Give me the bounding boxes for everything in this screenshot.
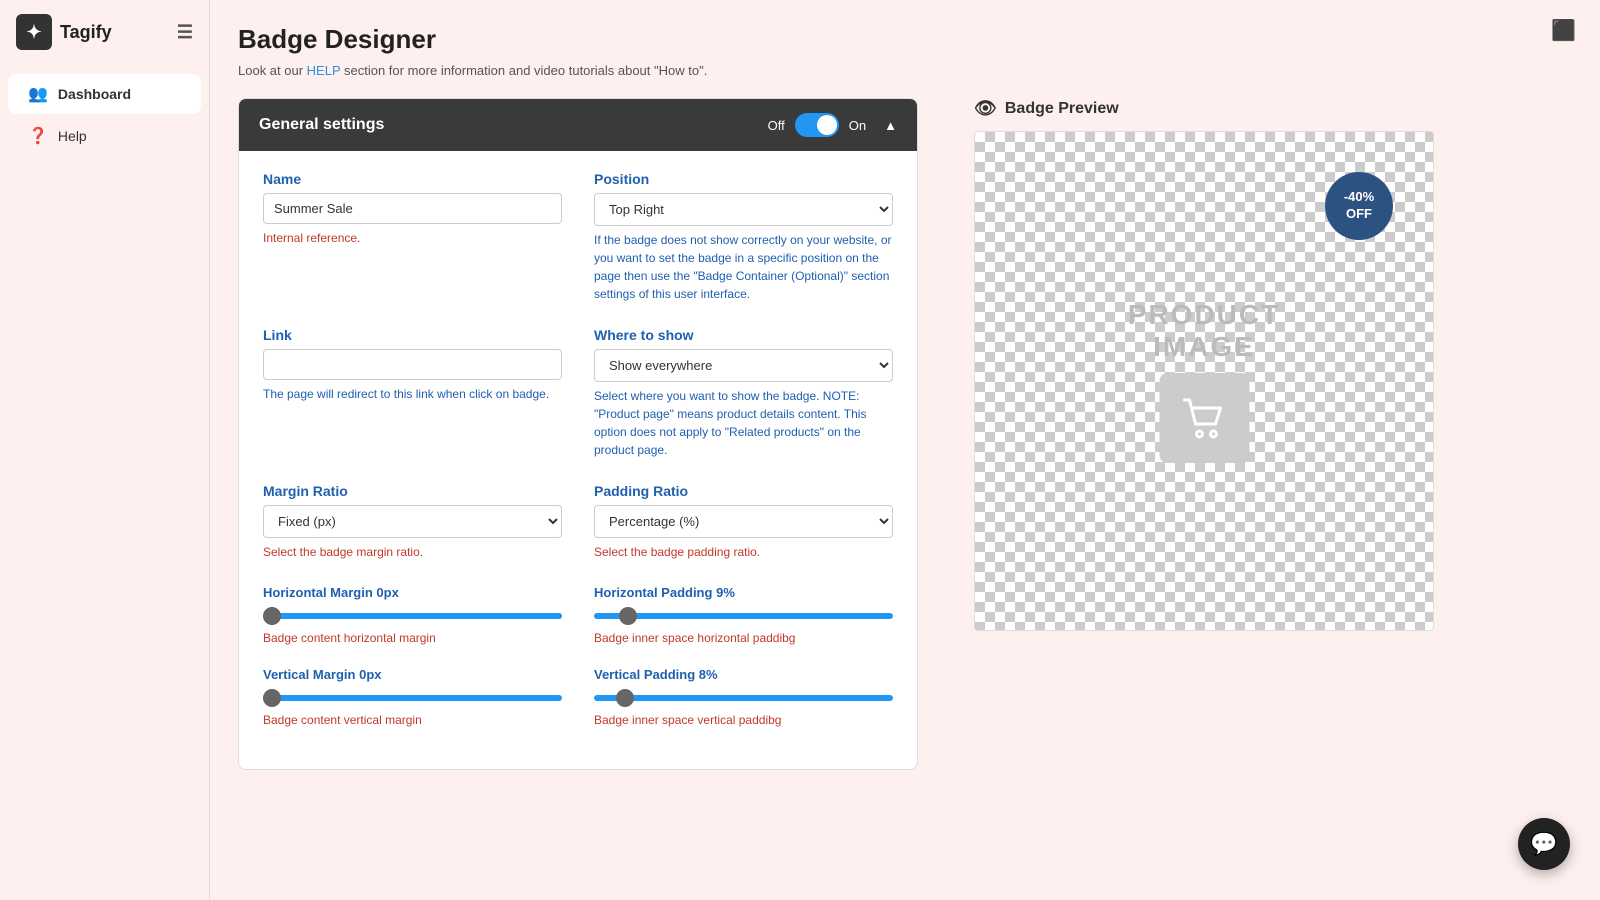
where-to-show-label: Where to show	[594, 327, 893, 343]
horizontal-margin-hint: Badge content horizontal margin	[263, 629, 562, 647]
topbar-icon[interactable]: ⬛	[1551, 18, 1576, 43]
horizontal-padding-section: Horizontal Padding 9% Badge inner space …	[594, 585, 893, 647]
sidebar-item-help[interactable]: ❓ Help	[8, 116, 201, 156]
vertical-padding-slider[interactable]	[594, 695, 893, 701]
app-name: Tagify	[60, 22, 112, 43]
preview-box: -40% OFF PRODUCT IMAGE	[974, 131, 1434, 631]
vertical-padding-value: 8%	[699, 667, 718, 682]
vertical-padding-hint: Badge inner space vertical paddibg	[594, 711, 893, 729]
cart-icon	[1159, 373, 1249, 463]
horizontal-margin-section: Horizontal Margin 0px Badge content hori…	[263, 585, 562, 647]
badge-line2: OFF	[1346, 206, 1372, 223]
app-logo: ✦ Tagify ☰	[0, 0, 209, 64]
enable-toggle[interactable]	[795, 113, 839, 137]
padding-ratio-select[interactable]: Percentage (%) Fixed (px)	[594, 505, 893, 538]
position-section: Position Top Right Top Left Bottom Right…	[594, 171, 893, 303]
horizontal-padding-value: 9%	[716, 585, 735, 600]
name-label: Name	[263, 171, 562, 187]
sidebar: ✦ Tagify ☰ 👥 Dashboard ❓ Help	[0, 0, 210, 900]
horizontal-padding-label: Horizontal Padding 9%	[594, 585, 893, 600]
horizontal-padding-slider[interactable]	[594, 613, 893, 619]
card-header: General settings Off On ▲	[239, 99, 917, 151]
sidebar-nav: 👥 Dashboard ❓ Help	[0, 64, 209, 166]
where-to-show-select[interactable]: Show everywhere Product page only Catego…	[594, 349, 893, 382]
vertical-padding-section: Vertical Padding 8% Badge inner space ve…	[594, 667, 893, 729]
preview-title: 👁 Badge Preview	[974, 98, 1474, 119]
padding-ratio-hint: Select the badge padding ratio.	[594, 543, 893, 561]
main-content: ⬛ Badge Designer Look at our HELP sectio…	[210, 0, 1600, 900]
link-input[interactable]	[263, 349, 562, 380]
sidebar-item-dashboard[interactable]: 👥 Dashboard	[8, 74, 201, 114]
logo-icon: ✦	[16, 14, 52, 50]
margin-ratio-select[interactable]: Fixed (px) Percentage (%)	[263, 505, 562, 538]
card-header-title: General settings	[259, 116, 384, 134]
product-image-placeholder: PRODUCT IMAGE	[1090, 299, 1319, 463]
link-label: Link	[263, 327, 562, 343]
horizontal-margin-slider[interactable]	[263, 613, 562, 619]
vertical-margin-value: 0px	[359, 667, 381, 682]
horizontal-padding-hint: Badge inner space horizontal paddibg	[594, 629, 893, 647]
toggle-off-label: Off	[768, 118, 785, 133]
name-input[interactable]	[263, 193, 562, 224]
toggle-on-label: On	[849, 118, 866, 133]
where-to-show-section: Where to show Show everywhere Product pa…	[594, 327, 893, 459]
dashboard-icon: 👥	[28, 84, 48, 104]
form-grid: Name Internal reference. Position Top Ri…	[263, 171, 893, 749]
help-icon: ❓	[28, 126, 48, 146]
link-hint: The page will redirect to this link when…	[263, 385, 562, 403]
name-section: Name Internal reference.	[263, 171, 562, 303]
horizontal-margin-label: Horizontal Margin 0px	[263, 585, 562, 600]
position-hint: If the badge does not show correctly on …	[594, 231, 893, 303]
preview-panel: 👁 Badge Preview -40% OFF PRODUCT IMAGE	[974, 98, 1474, 770]
margin-ratio-section: Margin Ratio Fixed (px) Percentage (%) S…	[263, 483, 562, 561]
position-label: Position	[594, 171, 893, 187]
vertical-margin-label: Vertical Margin 0px	[263, 667, 562, 682]
link-section: Link The page will redirect to this link…	[263, 327, 562, 459]
padding-ratio-label: Padding Ratio	[594, 483, 893, 499]
sidebar-item-label: Help	[58, 128, 87, 144]
page-title: Badge Designer	[238, 24, 1572, 55]
badge-line1: -40%	[1344, 189, 1374, 206]
hamburger-icon[interactable]: ☰	[177, 22, 193, 43]
collapse-icon[interactable]: ▲	[884, 118, 897, 133]
help-link[interactable]: HELP	[307, 63, 341, 78]
position-select[interactable]: Top Right Top Left Bottom Right Bottom L…	[594, 193, 893, 226]
badge-preview: -40% OFF	[1325, 172, 1393, 240]
name-hint: Internal reference.	[263, 229, 562, 247]
eye-icon: 👁	[974, 98, 997, 119]
margin-ratio-hint: Select the badge margin ratio.	[263, 543, 562, 561]
card-header-right: Off On ▲	[768, 113, 897, 137]
card-body: Name Internal reference. Position Top Ri…	[239, 151, 917, 769]
product-image-text: PRODUCT IMAGE	[1090, 299, 1319, 363]
padding-ratio-section: Padding Ratio Percentage (%) Fixed (px) …	[594, 483, 893, 561]
sidebar-item-label: Dashboard	[58, 86, 131, 102]
vertical-padding-label: Vertical Padding 8%	[594, 667, 893, 682]
vertical-margin-section: Vertical Margin 0px Badge content vertic…	[263, 667, 562, 729]
horizontal-margin-value: 0px	[376, 585, 398, 600]
vertical-margin-slider[interactable]	[263, 695, 562, 701]
where-to-show-hint: Select where you want to show the badge.…	[594, 387, 893, 459]
vertical-margin-hint: Badge content vertical margin	[263, 711, 562, 729]
page-subtitle: Look at our HELP section for more inform…	[238, 63, 1572, 78]
general-settings-card: General settings Off On ▲ Name Int	[238, 98, 918, 770]
margin-ratio-label: Margin Ratio	[263, 483, 562, 499]
chat-button[interactable]: 💬	[1518, 818, 1570, 870]
toggle-knob	[817, 115, 837, 135]
chat-icon: 💬	[1530, 831, 1557, 857]
